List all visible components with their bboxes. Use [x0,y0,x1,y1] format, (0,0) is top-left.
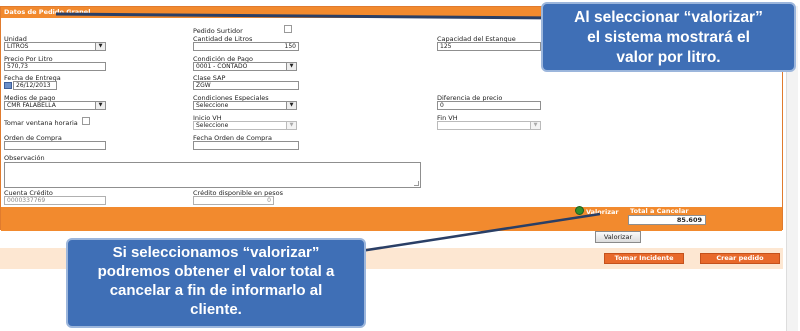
inicio-vh-value: Seleccione [196,122,229,129]
condiciones-especiales-select[interactable]: Seleccione ▼ [193,101,297,110]
callout-top-line-3: valor por litro. [616,49,721,66]
cuenta-credito-input: 0000337769 [4,196,106,205]
callout-bottom-line-4: cliente. [190,301,242,318]
pedido-surtidor-label: Pedido Surtidor [193,27,243,35]
callout-top: Al seleccionar “valorizar” el sistema mo… [541,2,796,72]
callout-top-line-2: el sistema mostrará el [587,29,750,46]
tomar-incidente-button[interactable]: Tomar Incidente [604,253,684,264]
precio-litro-input[interactable]: 570,73 [4,62,106,71]
panel-title: Datos de Pedido Granel [4,8,91,16]
medios-pago-select[interactable]: CMR FALABELLA ▼ [4,101,106,110]
inicio-vh-select[interactable]: Seleccione ▼ [193,121,297,130]
diferencia-precio-input[interactable]: 0 [437,101,541,110]
callout-bottom-line-2: podremos obtener el valor total a [97,263,335,280]
chevron-down-icon: ▼ [95,102,105,109]
callout-bottom: Si seleccionamos “valorizar” podremos ob… [66,238,366,328]
total-label: Total a Cancelar [630,207,689,215]
tomar-ventana-label: Tomar ventana horaria [4,119,78,127]
fecha-entrega-input[interactable]: 26/12/2013 [13,81,57,90]
chevron-down-icon: ▼ [286,63,296,70]
capacidad-estanque-input[interactable]: 125 [437,42,541,51]
condicion-pago-select[interactable]: 0001 - CONTADO ▼ [193,62,297,71]
resize-grip-icon[interactable] [414,181,419,186]
chevron-down-icon: ▼ [286,122,296,129]
unidad-select[interactable]: LITROS ▼ [4,42,106,51]
chevron-down-icon: ▼ [530,122,540,129]
callout-top-line-1: Al seleccionar “valorizar” [574,9,763,26]
crear-pedido-button[interactable]: Crear pedido [700,253,780,264]
radio-selected-icon[interactable] [575,206,584,215]
callout-bottom-line-3: cancelar a fin de informarlo al [109,282,323,299]
tomar-ventana-checkbox[interactable] [82,117,90,125]
fin-vh-select[interactable]: ▼ [437,121,541,130]
condicion-pago-value: 0001 - CONTADO [196,63,248,70]
condiciones-especiales-value: Seleccione [196,102,229,109]
callout-bottom-line-1: Si seleccionamos “valorizar” [112,244,320,261]
cantidad-litros-input[interactable]: 150 [193,42,299,51]
clase-sap-input[interactable]: ZGW [193,81,299,90]
medios-pago-value: CMR FALABELLA [7,102,56,109]
fecha-orden-compra-input[interactable] [193,141,299,150]
total-value: 85.609 [628,215,706,225]
observacion-label: Observación [4,154,45,162]
credito-disponible-input: 0 [193,196,274,205]
observacion-textarea[interactable] [4,162,421,188]
chevron-down-icon: ▼ [95,43,105,50]
orden-compra-input[interactable] [4,141,106,150]
unidad-value: LITROS [7,43,29,50]
calendar-icon[interactable] [4,82,12,89]
pedido-surtidor-checkbox[interactable] [284,25,292,33]
chevron-down-icon: ▼ [286,102,296,109]
valorizar-radio-label: Valorizar [586,208,619,216]
valorizar-button[interactable]: Valorizar [595,231,641,243]
